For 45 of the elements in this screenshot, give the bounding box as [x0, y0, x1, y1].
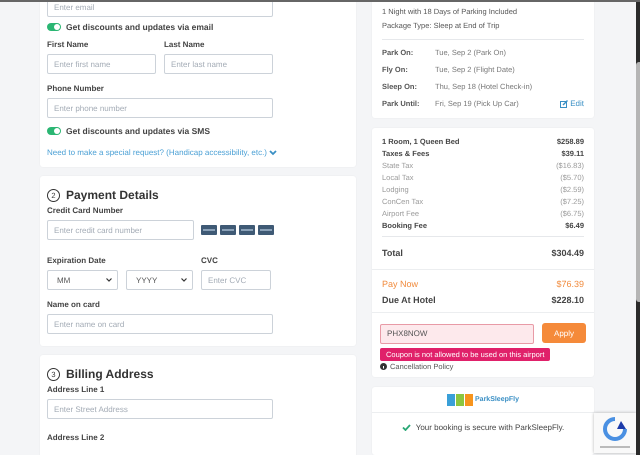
field-label: CVC	[201, 256, 219, 265]
month-select[interactable]: MM	[47, 270, 118, 290]
card-icon	[239, 225, 255, 235]
card-icon	[258, 225, 274, 235]
field-label: Name on card	[47, 300, 101, 309]
section-title: Payment Details	[66, 188, 159, 202]
field-label: Credit Card Number	[47, 206, 124, 215]
card-icon	[220, 225, 236, 235]
section-title: Billing Address	[66, 367, 154, 381]
pay-now-amount: $76.39	[556, 278, 584, 290]
toggle-switch[interactable]	[47, 127, 61, 135]
info-icon	[380, 362, 387, 370]
toggle-label: Get discounts and updates via email	[66, 22, 214, 32]
input-field[interactable]: Enter CVC	[201, 270, 271, 290]
toggle-label: Get discounts and updates via SMS	[66, 126, 210, 136]
secure-note: Your booking is secure with ParkSleepFly.	[416, 422, 564, 432]
logo-icon	[447, 394, 474, 406]
field-label: Phone Number	[47, 84, 105, 93]
chevron-down-icon	[268, 150, 277, 156]
card-icon	[201, 225, 217, 235]
total-label: Total	[382, 247, 403, 259]
edit-link[interactable]: Edit	[560, 99, 584, 108]
check-icon	[402, 424, 411, 430]
input-field[interactable]: Enter last name	[164, 54, 273, 74]
due-label: Due At Hotel	[382, 294, 436, 306]
field-label: Address Line 1	[47, 385, 106, 394]
input-field[interactable]: Enter credit card number	[47, 220, 194, 240]
year-select[interactable]: YYYY	[126, 270, 193, 290]
input-field[interactable]: Enter name on card	[47, 314, 273, 334]
field-label: First Name	[47, 40, 90, 49]
input-field[interactable]: Enter first name	[47, 54, 156, 74]
input-field[interactable]: Enter Street Address	[47, 399, 273, 419]
field-label: Address Line 2	[47, 433, 106, 442]
input-field[interactable]: Enter phone number	[47, 98, 273, 118]
pay-now-label: Pay Now	[382, 278, 418, 290]
chevron-down-icon	[181, 278, 187, 282]
field-label: Expiration Date	[47, 256, 107, 265]
edit-icon	[560, 100, 568, 108]
toggle-switch[interactable]	[47, 23, 61, 31]
total-amount: $304.49	[551, 247, 584, 259]
email-field[interactable]: Enter email	[47, 2, 273, 17]
coupon-field[interactable]: PHX8NOW	[380, 324, 534, 344]
chevron-down-icon	[106, 278, 112, 282]
due-amount: $228.10	[551, 294, 584, 306]
field-label: Last Name	[164, 40, 206, 49]
